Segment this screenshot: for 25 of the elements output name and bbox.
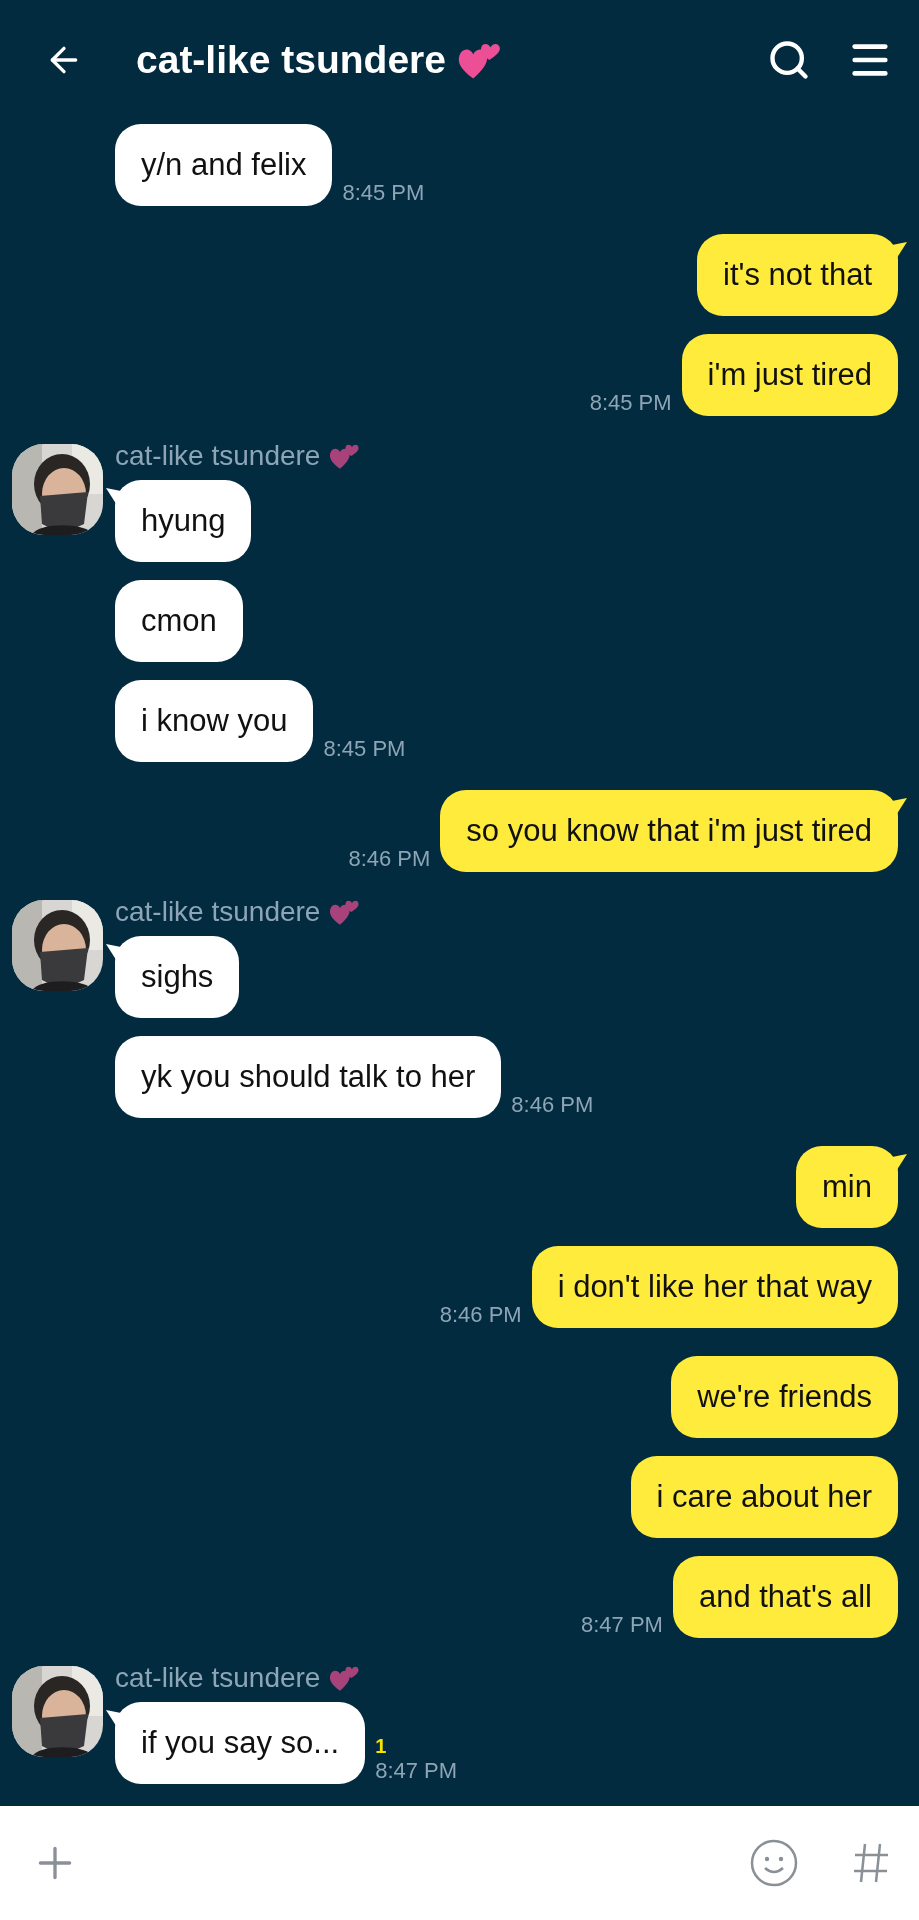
message-bubble: i'm just tired [681, 334, 898, 416]
sender-name: cat-like tsundere [115, 440, 321, 472]
message-time: 8:45 PM [342, 180, 425, 206]
message-time: 8:46 PM [439, 1302, 522, 1328]
message-time: 8:45 PM [323, 736, 406, 762]
message-bubble: i care about her [630, 1456, 898, 1538]
message-bubble: cmon [115, 580, 243, 662]
sender-name: cat-like tsundere [115, 896, 321, 928]
search-icon[interactable] [767, 38, 811, 82]
emoji-icon[interactable] [749, 1838, 799, 1888]
message-time: 8:46 PM [348, 846, 431, 872]
sender-name: cat-like tsundere [115, 1662, 321, 1694]
message-time: 8:46 PM [511, 1092, 594, 1118]
message-bubble: we're friends [671, 1356, 898, 1438]
message-time: 8:45 PM [589, 390, 672, 416]
unread-count: 1 [375, 1735, 387, 1758]
message-bubble: and that's all [672, 1556, 898, 1638]
message-bubble: i know you [115, 680, 314, 762]
message-bubble: yk you should talk to her [115, 1036, 502, 1118]
message-time: 8:47 PM [580, 1612, 663, 1638]
hashtag-icon[interactable] [851, 1841, 891, 1885]
message-bubble: i don't like her that way [531, 1246, 898, 1328]
chat-title: cat-like tsundere [136, 38, 446, 82]
message-time: 8:47 PM [375, 1758, 458, 1784]
message-bubble: y/n and felix [115, 124, 333, 206]
